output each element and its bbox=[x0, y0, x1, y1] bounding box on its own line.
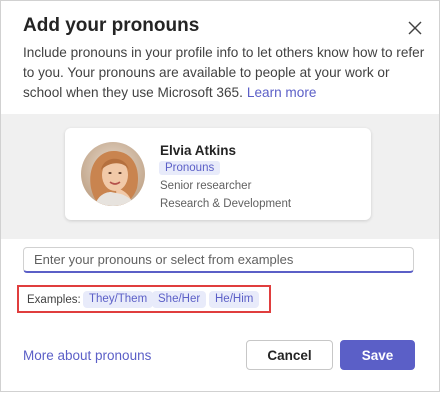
pronouns-input-container bbox=[23, 247, 414, 273]
example-chip-they-them[interactable]: They/Them bbox=[83, 291, 154, 308]
add-pronouns-dialog: Add your pronouns Include pronouns in yo… bbox=[0, 0, 440, 392]
more-about-pronouns-link[interactable]: More about pronouns bbox=[23, 348, 151, 363]
learn-more-link[interactable]: Learn more bbox=[247, 85, 317, 100]
profile-role: Senior researcher bbox=[160, 180, 252, 192]
cancel-button[interactable]: Cancel bbox=[246, 340, 333, 370]
profile-card: Elvia Atkins Pronouns Senior researcher … bbox=[65, 128, 371, 220]
save-button[interactable]: Save bbox=[340, 340, 415, 370]
close-icon[interactable] bbox=[404, 17, 426, 39]
examples-label: Examples: bbox=[27, 294, 81, 306]
example-chip-she-her[interactable]: She/Her bbox=[152, 291, 207, 308]
pronouns-input[interactable] bbox=[24, 248, 413, 271]
description-text: Include pronouns in your profile info to… bbox=[23, 45, 425, 100]
dialog-title: Add your pronouns bbox=[23, 15, 200, 36]
profile-department: Research & Development bbox=[160, 198, 292, 210]
dialog-description: Include pronouns in your profile info to… bbox=[23, 43, 425, 103]
examples-highlight: Examples: They/Them She/Her He/Him bbox=[17, 285, 271, 313]
avatar bbox=[81, 142, 145, 206]
pronouns-badge: Pronouns bbox=[159, 161, 221, 175]
profile-preview-area: Elvia Atkins Pronouns Senior researcher … bbox=[1, 114, 439, 239]
profile-name: Elvia Atkins bbox=[160, 143, 237, 158]
example-chip-he-him[interactable]: He/Him bbox=[209, 291, 260, 308]
